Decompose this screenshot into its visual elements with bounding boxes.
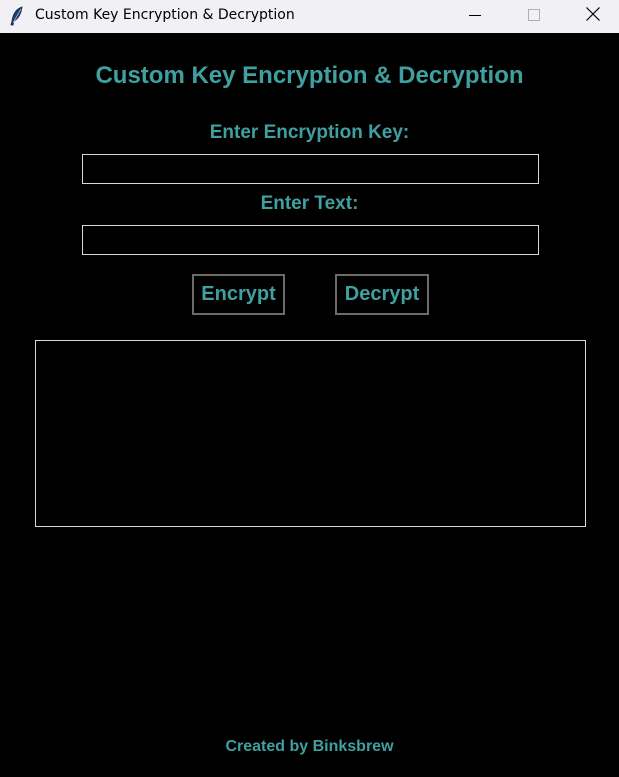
output-textbox[interactable] xyxy=(35,340,586,527)
maximize-button[interactable] xyxy=(511,0,557,33)
page-heading: Custom Key Encryption & Decryption xyxy=(95,62,524,89)
close-icon xyxy=(586,7,600,26)
title-bar[interactable]: Custom Key Encryption & Decryption xyxy=(0,0,619,33)
maximize-icon xyxy=(528,8,540,26)
close-button[interactable] xyxy=(570,0,616,33)
text-input[interactable] xyxy=(82,225,539,255)
app-window: Custom Key Encryption & Decryption Custo… xyxy=(0,0,619,777)
encryption-key-input[interactable] xyxy=(82,154,539,184)
window-title: Custom Key Encryption & Decryption xyxy=(35,7,295,23)
feather-icon xyxy=(9,6,25,26)
encrypt-button[interactable]: Encrypt xyxy=(192,274,285,315)
text-label: Enter Text: xyxy=(260,193,359,214)
encryption-key-label: Enter Encryption Key: xyxy=(209,122,410,143)
minimize-button[interactable] xyxy=(452,0,498,33)
decrypt-button[interactable]: Decrypt xyxy=(335,274,429,315)
minimize-icon xyxy=(469,8,481,26)
footer-credit: Created by Binksbrew xyxy=(225,738,394,755)
